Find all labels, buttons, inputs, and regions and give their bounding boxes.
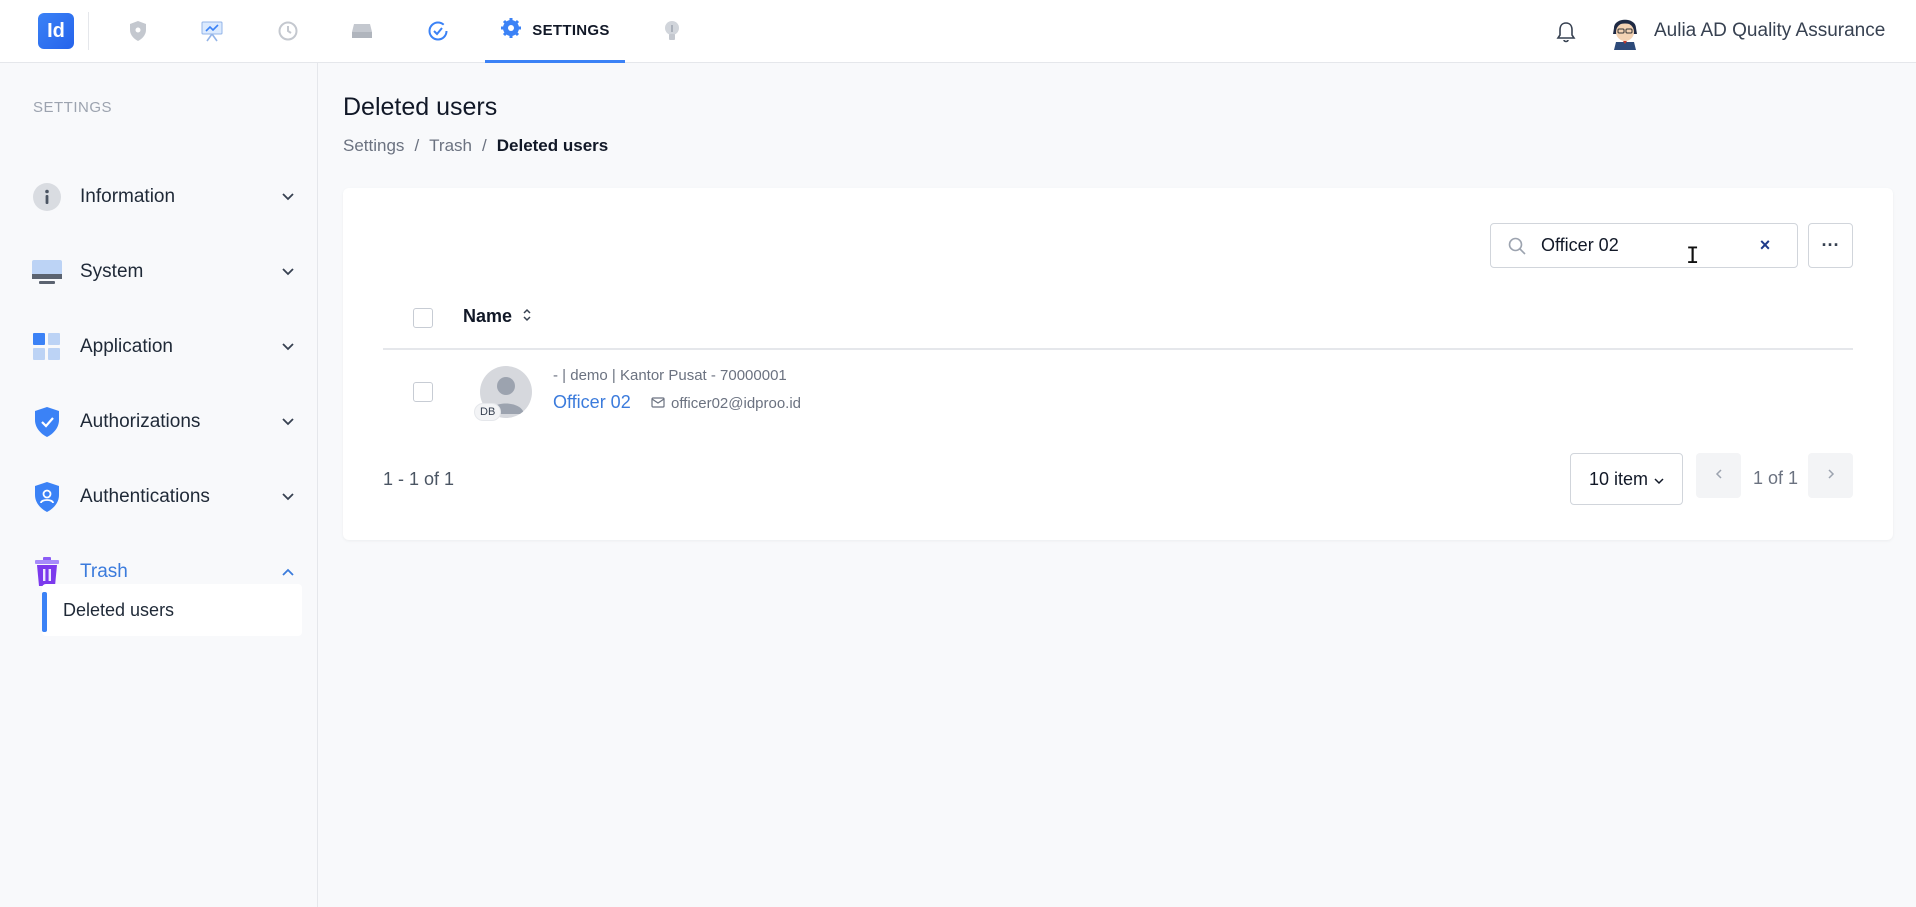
more-options-button[interactable]: ···	[1808, 223, 1853, 268]
shield-check-icon	[30, 405, 64, 439]
sidebar-item-authorizations[interactable]: Authorizations	[30, 400, 298, 444]
grid-icon	[30, 330, 64, 364]
chevron-right-icon	[1827, 467, 1835, 485]
sidebar-item-label: Authentications	[80, 486, 210, 507]
breadcrumb-separator: /	[414, 136, 420, 155]
row-meta: - | demo | Kantor Pusat - 70000001	[553, 367, 787, 384]
shield-user-icon	[30, 480, 64, 514]
sidebar-heading: SETTINGS	[33, 99, 113, 116]
shield-icon[interactable]	[124, 17, 152, 45]
bulb-icon[interactable]	[658, 17, 686, 45]
active-indicator	[42, 592, 47, 632]
breadcrumb-settings[interactable]: Settings	[343, 136, 404, 156]
sidebar-item-system[interactable]: System	[30, 250, 298, 294]
next-page-button[interactable]	[1808, 453, 1853, 498]
sidebar-subitem-deleted-users[interactable]: Deleted users	[42, 584, 302, 636]
top-bar: Id SETTINGS Aulia AD Quality Assurance	[0, 0, 1916, 63]
breadcrumb-separator: /	[482, 136, 487, 155]
user-name-link[interactable]: Officer 02	[553, 392, 631, 413]
deleted-users-card: Officer 02 × I ··· Name DB - | demo | Ka…	[343, 188, 1893, 540]
gear-icon	[500, 17, 522, 44]
user-avatar[interactable]	[1606, 12, 1644, 50]
select-all-checkbox[interactable]	[413, 308, 433, 328]
tab-settings[interactable]: SETTINGS	[485, 0, 625, 63]
sidebar-item-label: Authorizations	[80, 411, 201, 432]
storage-icon[interactable]	[348, 17, 376, 45]
per-page-value: 10 item	[1588, 468, 1649, 489]
breadcrumb-trash[interactable]: Trash	[429, 136, 472, 156]
sidebar-item-label: Application	[80, 336, 173, 357]
check-circle-icon[interactable]	[424, 17, 452, 45]
search-input[interactable]: Officer 02 ×	[1490, 223, 1798, 268]
sidebar: SETTINGS Information System Application	[0, 63, 318, 907]
chevron-down-icon	[278, 337, 298, 357]
chevron-down-icon	[278, 412, 298, 432]
table-header-divider	[383, 348, 1853, 350]
column-header-label: Name	[463, 306, 513, 326]
per-page-select[interactable]: 10 item	[1570, 453, 1683, 505]
chevron-down-icon	[278, 187, 298, 207]
monitor-icon	[30, 255, 64, 289]
history-icon[interactable]	[274, 17, 302, 45]
page-title: Deleted users	[343, 93, 498, 121]
sidebar-item-authentications[interactable]: Authentications	[30, 475, 298, 519]
chevron-down-icon	[1654, 469, 1664, 490]
chevron-down-icon	[278, 262, 298, 282]
sidebar-item-application[interactable]: Application	[30, 325, 298, 369]
page-indicator: 1 of 1	[1753, 468, 1799, 488]
sidebar-item-label: System	[80, 261, 144, 282]
sidebar-item-information[interactable]: Information	[30, 175, 298, 219]
tab-settings-label: SETTINGS	[532, 21, 610, 39]
mail-icon	[651, 395, 665, 412]
pagination-range: 1 - 1 of 1	[383, 469, 455, 489]
sidebar-item-label: Trash	[80, 561, 128, 582]
logo-divider	[88, 12, 89, 50]
breadcrumb: Settings / Trash / Deleted users	[343, 136, 608, 156]
chevron-up-icon	[278, 562, 298, 582]
breadcrumb-current: Deleted users	[496, 136, 609, 155]
prev-page-button[interactable]	[1696, 453, 1741, 498]
user-email-text: officer02@idproo.id	[671, 395, 802, 412]
info-icon	[30, 180, 64, 214]
column-header-name[interactable]: Name	[463, 306, 532, 327]
text-cursor-icon: I	[1686, 244, 1700, 269]
clear-search-icon[interactable]: ×	[1754, 234, 1776, 256]
row-checkbox[interactable]	[413, 382, 433, 402]
user-name[interactable]: Aulia AD Quality Assurance	[1654, 20, 1885, 42]
app-logo[interactable]: Id	[38, 13, 74, 49]
source-badge: DB	[474, 403, 502, 421]
sort-icon	[522, 306, 532, 327]
sidebar-item-label: Information	[80, 186, 176, 207]
search-icon	[1507, 236, 1527, 261]
sidebar-subitem-label: Deleted users	[63, 600, 175, 620]
chevron-left-icon	[1715, 467, 1723, 485]
user-email: officer02@idproo.id	[651, 395, 801, 412]
chevron-down-icon	[278, 487, 298, 507]
bell-icon[interactable]	[1552, 18, 1580, 46]
search-value: Officer 02	[1541, 235, 1619, 255]
presentation-icon[interactable]	[198, 17, 226, 45]
